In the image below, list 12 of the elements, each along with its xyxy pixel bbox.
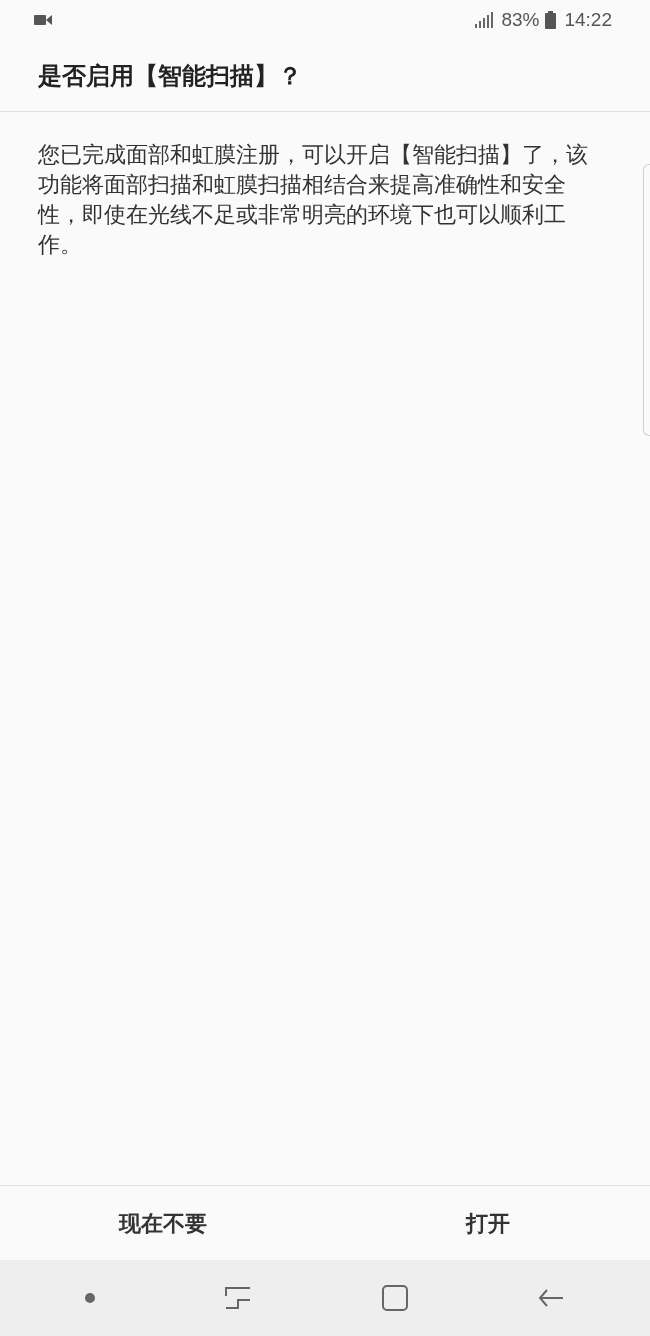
dialog-button[interactable]: 打开 xyxy=(457,1200,518,1246)
battery-percent: 83% xyxy=(501,7,540,32)
battery-icon xyxy=(545,11,557,29)
dialog-message: 您已完成面部和虹膜注册，可以开启【智能扫描】了，该功能将面部扫描和虹膜扫描相结合来提高准确性和安全性，即使在光线不足或非常明亮的环境下也可以顺利工作。 xyxy=(38,142,589,259)
dialog-button[interactable]: 现在不要 xyxy=(110,1200,215,1246)
dialog-title: 是否启用【智能扫描】？ xyxy=(38,60,302,91)
dot-button[interactable] xyxy=(84,1293,95,1303)
recents-icon[interactable] xyxy=(224,1286,253,1310)
video-camera-icon xyxy=(34,14,52,26)
home-icon[interactable] xyxy=(381,1285,408,1311)
clock: 14:22 xyxy=(564,7,612,32)
signal-icon xyxy=(475,12,496,28)
